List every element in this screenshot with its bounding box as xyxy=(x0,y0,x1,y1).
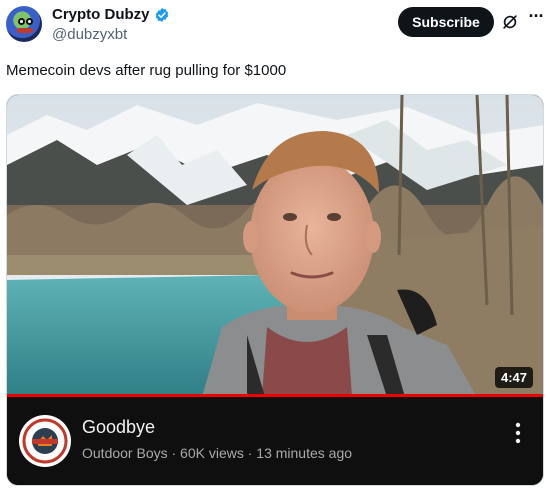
author-handle[interactable]: @dubzyxbt xyxy=(52,26,127,43)
subscribe-button[interactable]: Subscribe xyxy=(398,7,494,37)
author-display-name[interactable]: Crypto Dubzy xyxy=(52,6,150,23)
video-duration: 4:47 xyxy=(494,367,533,388)
author-name-row: Crypto Dubzy xyxy=(52,6,170,23)
video-more-icon[interactable] xyxy=(515,421,521,445)
video-info-panel: Goodbye Outdoor Boys · 60K views · 13 mi… xyxy=(7,397,543,485)
verified-badge-icon xyxy=(155,7,168,22)
video-meta: Outdoor Boys · 60K views · 13 minutes ag… xyxy=(82,445,353,461)
video-title[interactable]: Goodbye xyxy=(82,417,155,438)
channel-logo-icon[interactable] xyxy=(19,415,71,467)
author-avatar[interactable] xyxy=(6,6,42,42)
video-thumbnail[interactable] xyxy=(7,95,544,397)
grok-icon[interactable] xyxy=(500,12,520,32)
more-icon[interactable]: ··· xyxy=(526,7,546,30)
tweet-text: Memecoin devs after rug pulling for $100… xyxy=(6,62,287,79)
post-header: Crypto Dubzy @dubzyxbt Subscribe ··· xyxy=(0,0,550,56)
video-card[interactable]: 4:47 Goodbye Outdoor Boys · 60K views · … xyxy=(6,94,544,486)
